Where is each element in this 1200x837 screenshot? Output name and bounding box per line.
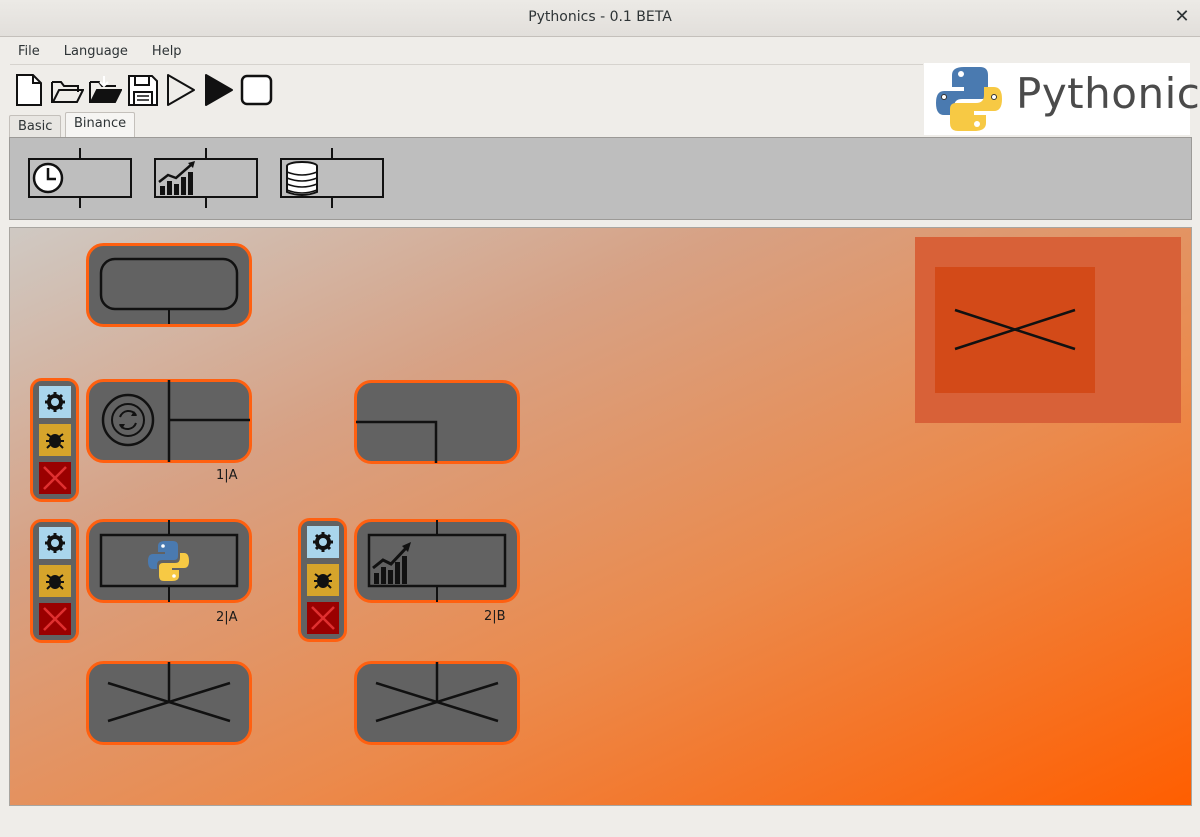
element-controls-2a — [30, 519, 79, 647]
element-controls-1a — [30, 378, 79, 506]
menu-bar: File Language Help — [10, 44, 198, 64]
pythonic-logo: Pythonic — [924, 63, 1200, 135]
bug-icon — [46, 433, 64, 449]
save-button[interactable] — [126, 72, 160, 108]
palette-ohlc[interactable] — [154, 148, 258, 210]
status-bar — [0, 806, 1200, 837]
config-button[interactable] — [307, 526, 339, 558]
menu-file[interactable]: File — [18, 44, 40, 59]
delete-cross-icon — [43, 607, 67, 631]
work-area[interactable]: 1|A 2|A 2|B — [9, 227, 1192, 806]
delete-button[interactable] — [39, 462, 71, 494]
delete-cross-icon — [311, 606, 335, 630]
new-file-button[interactable] — [12, 72, 46, 108]
palette-account[interactable] — [280, 148, 384, 210]
stop-icon — [240, 74, 273, 106]
title-bar: Pythonics - 0.1 BETA ✕ — [0, 0, 1200, 37]
start-element[interactable] — [86, 243, 252, 331]
delete-button[interactable] — [39, 603, 71, 635]
palette-scheduler[interactable] — [28, 148, 132, 210]
scheduler-element-shape — [86, 379, 252, 463]
close-icon[interactable]: ✕ — [1170, 6, 1194, 30]
open-button[interactable] — [50, 72, 85, 108]
stop-button[interactable] — [240, 72, 274, 108]
delete-button[interactable] — [307, 602, 339, 634]
play-icon — [205, 74, 233, 106]
tab-binance[interactable]: Binance — [65, 112, 136, 138]
scheduler-element-icon — [28, 148, 132, 208]
menu-help[interactable]: Help — [152, 44, 182, 59]
placeholder-element-3b[interactable] — [354, 661, 520, 749]
connector-element-shape — [354, 380, 520, 464]
menu-separator — [10, 64, 923, 65]
debug-button[interactable] — [39, 565, 71, 597]
ohlc-element-2b[interactable] — [354, 519, 520, 607]
coins-icon — [280, 148, 384, 208]
element-controls-2b — [298, 518, 347, 646]
placeholder-element-3a[interactable] — [86, 661, 252, 749]
debug-play-icon — [167, 74, 195, 106]
grid-label-2a: 2|A — [216, 610, 238, 625]
tab-basic[interactable]: Basic — [9, 115, 62, 138]
debug-start-button[interactable] — [164, 72, 198, 108]
grid-label-2b: 2|B — [484, 609, 506, 624]
debug-button[interactable] — [39, 424, 71, 456]
placeholder-element-shape — [86, 661, 252, 745]
gear-icon — [45, 392, 65, 412]
trash-area[interactable] — [915, 237, 1181, 423]
scheduler-element-1a[interactable] — [86, 379, 252, 467]
trash-cross-icon — [954, 308, 1076, 351]
delete-cross-icon — [43, 466, 67, 490]
config-button[interactable] — [39, 386, 71, 418]
trash-target[interactable] — [935, 267, 1095, 393]
bug-icon — [314, 573, 332, 589]
python-element-shape — [86, 519, 252, 603]
logo-text: Pythonic — [1016, 69, 1200, 118]
python-element-2a[interactable] — [86, 519, 252, 607]
window-title: Pythonics - 0.1 BETA — [528, 9, 672, 25]
start-element-shape — [86, 243, 252, 327]
ohlc-element-shape — [354, 519, 520, 603]
python-logo-icon — [936, 67, 1002, 131]
open-folder-icon — [51, 81, 85, 103]
chart-up-icon — [154, 148, 258, 208]
connector-element-1b[interactable] — [354, 380, 520, 468]
gear-icon — [313, 532, 333, 552]
gear-icon — [45, 533, 65, 553]
grid-label-1a: 1|A — [216, 468, 238, 483]
config-button[interactable] — [39, 527, 71, 559]
save-icon — [128, 75, 158, 106]
new-file-icon — [16, 74, 42, 106]
placeholder-element-shape — [354, 661, 520, 745]
open-image-icon — [89, 76, 123, 103]
element-palette — [9, 137, 1192, 220]
start-button[interactable] — [202, 72, 236, 108]
open-image-button[interactable] — [88, 72, 123, 108]
debug-button[interactable] — [307, 564, 339, 596]
menu-language[interactable]: Language — [64, 44, 128, 59]
bug-icon — [46, 574, 64, 590]
